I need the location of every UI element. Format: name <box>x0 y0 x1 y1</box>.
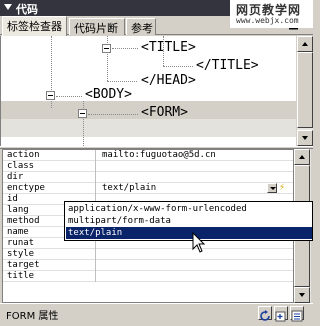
tab-tag-inspector[interactable]: 标签检查器 <box>2 16 67 36</box>
status-bar: FORM 属性 <box>0 303 313 322</box>
tree-node-form[interactable]: <FORM> <box>141 104 188 122</box>
arrow-up-icon <box>299 155 305 159</box>
add-attribute-button[interactable] <box>274 306 288 322</box>
refresh-button[interactable] <box>258 306 272 321</box>
refresh-icon <box>260 310 270 321</box>
collapse-toggle-icon[interactable] <box>46 91 55 100</box>
tab-snippets[interactable]: 代码片断 <box>69 18 125 35</box>
tree-guide-line <box>107 36 108 81</box>
mouse-cursor-icon <box>192 232 206 253</box>
add-attribute-icon <box>275 311 286 322</box>
scroll-up-button[interactable] <box>297 36 313 52</box>
attr-name: title <box>7 271 35 281</box>
attr-row-style[interactable]: style <box>3 249 293 260</box>
tree-guide-line <box>83 101 84 146</box>
arrow-down-icon <box>299 293 305 297</box>
dropdown-option[interactable]: application/x-www-form-urlencoded <box>66 203 312 215</box>
dropdown-option[interactable]: multipart/form-data <box>66 215 312 227</box>
attr-row-class[interactable]: class <box>3 161 293 172</box>
tree-node-title-close[interactable]: </TITLE> <box>196 57 259 75</box>
collapse-arrow-icon[interactable] <box>4 4 12 10</box>
attr-value[interactable]: text/plain <box>102 183 156 194</box>
tree-node-title-open[interactable]: <TITLE> <box>141 39 196 57</box>
panel-title: 代码 <box>16 3 38 16</box>
attr-name: action <box>7 150 40 160</box>
scroll-down-button[interactable] <box>294 287 310 303</box>
watermark-url: www.webjx.com <box>236 16 299 25</box>
arrow-up-icon <box>302 42 308 46</box>
attr-name: enctype <box>7 183 45 193</box>
arrow-down-icon <box>302 136 308 140</box>
list-view-button[interactable] <box>290 306 304 322</box>
tag-tree[interactable]: <TITLE> </TITLE> </HEAD> <BODY> <FORM> <box>0 36 296 146</box>
attr-value[interactable]: mailto:fuguotao@5d.cn <box>102 150 216 161</box>
dropdown-option-selected[interactable]: text/plain <box>66 227 312 239</box>
attr-row-action[interactable]: action mailto:fuguotao@5d.cn <box>3 150 293 161</box>
tree-branch <box>88 114 138 115</box>
tree-branch <box>56 96 82 97</box>
collapse-toggle-icon[interactable] <box>102 44 111 53</box>
attr-name: dir <box>7 172 24 182</box>
watermark-logo: 网页教学网 www.webjx.com <box>230 0 313 28</box>
tree-branch <box>163 66 193 67</box>
scroll-down-button[interactable] <box>297 130 313 146</box>
attr-row-title[interactable]: title <box>3 271 293 282</box>
scroll-thumb[interactable] <box>297 52 313 128</box>
tree-branch <box>112 48 138 49</box>
enctype-dropdown-list[interactable]: application/x-www-form-urlencoded multip… <box>64 201 313 241</box>
tree-node-head-close[interactable]: </HEAD> <box>141 72 196 90</box>
collapse-toggle-icon[interactable] <box>78 109 87 118</box>
scroll-up-button[interactable] <box>294 149 310 165</box>
attr-row-enctype[interactable]: enctype text/plain ⚡ <box>3 183 293 194</box>
attr-row-target[interactable]: target <box>3 260 293 271</box>
attr-name: target <box>7 260 40 270</box>
tab-reference[interactable]: 参考 <box>126 18 156 35</box>
tree-scrollbar[interactable] <box>296 36 313 146</box>
list-view-icon <box>291 310 303 322</box>
enctype-dropdown-button[interactable] <box>267 183 277 193</box>
tree-node-body[interactable]: <BODY> <box>85 86 132 104</box>
lightning-icon[interactable]: ⚡ <box>279 183 285 193</box>
attr-name: class <box>7 161 35 171</box>
status-label: FORM 属性 <box>6 311 59 322</box>
attr-name: style <box>7 249 35 259</box>
attr-row-dir[interactable]: dir <box>3 172 293 183</box>
tree-branch <box>107 81 137 82</box>
